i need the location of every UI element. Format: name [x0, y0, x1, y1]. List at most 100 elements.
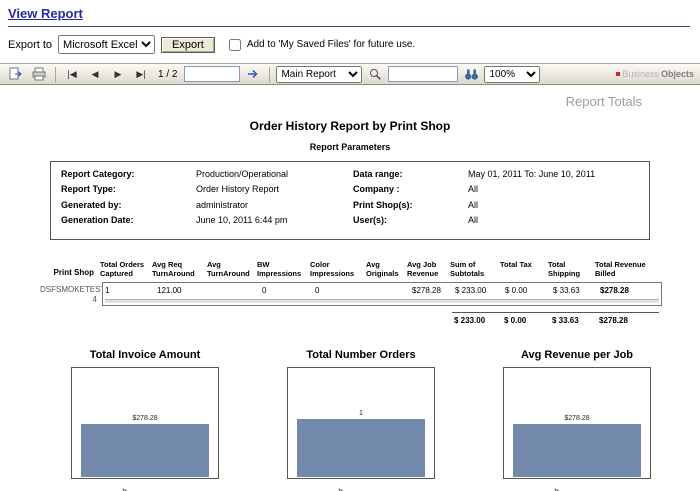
column-header: Print Shop: [53, 268, 94, 278]
report-totals-label: Report Totals: [565, 94, 642, 109]
parameters-left-column: Report Category: Production/Operational …: [61, 169, 347, 230]
page-indicator: 1 / 2: [158, 68, 178, 80]
businessobjects-logo-business: Business: [622, 69, 659, 79]
toolbar-separator: [55, 66, 56, 82]
print-icon: [32, 67, 46, 81]
chart-bar: [297, 418, 425, 477]
chart-category-label: DSFSMOKETEST 4: [306, 488, 345, 491]
column-header: Avg TurnAround: [207, 260, 250, 278]
param-print-shops: Print Shop(s): All: [353, 199, 479, 210]
column-header: Total Shipping: [548, 260, 581, 278]
businessobjects-logo: Business Objects: [616, 69, 694, 79]
total-sum-subtotals: $ 233.00: [454, 316, 486, 325]
chart-title: Total Invoice Amount: [89, 349, 201, 361]
report-title: Order History Report by Print Shop: [249, 119, 451, 133]
page-title: View Report: [8, 6, 83, 21]
toolbar-separator: [269, 66, 271, 82]
businessobjects-mark-icon: [616, 72, 621, 76]
page-number-input[interactable]: [184, 66, 241, 82]
report-section-select[interactable]: Main Report: [276, 65, 363, 83]
report-table: Print Shop Total Orders Captured Avg Req…: [40, 260, 662, 325]
param-report-category: Report Category: Production/Operational: [61, 169, 289, 179]
totals-divider: [452, 312, 659, 313]
report-parameters-heading: Report Parameters: [309, 142, 391, 152]
export-report-button[interactable]: [6, 65, 26, 83]
export-icon: [9, 67, 22, 80]
param-users: User(s): All: [353, 214, 479, 225]
cell-total-shipping: $ 33.63: [553, 286, 580, 295]
table-row: 1 121.00 0 0 $278.28 $ 233.00 $ 0.00 $ 3…: [102, 282, 662, 306]
last-page-button[interactable]: ▶|: [131, 65, 151, 83]
chart-bar-value: $278.28: [132, 415, 158, 423]
column-header: Total Tax: [500, 260, 532, 269]
param-data-range: Data range: May 01, 2011 To: June 10, 20…: [353, 169, 596, 179]
view-report-page: View Report Export to Microsoft Excel Ex…: [0, 0, 700, 491]
column-header: Color Impressions: [310, 260, 355, 278]
table-body: DSFSMOKETEST 4 1 121.00 0 0 $278.28 $ 23…: [40, 282, 662, 306]
chart-category-label: DSFSMOKETEST 4: [522, 488, 561, 491]
param-report-type: Report Type: Order History Report: [61, 184, 280, 195]
next-page-icon: ▶: [114, 68, 122, 79]
cell-avg-job-revenue: $278.28: [412, 286, 441, 295]
cell-sum-subtotals: $ 233.00: [455, 286, 487, 295]
print-shop-name: DSFSMOKETEST 4: [40, 285, 106, 304]
chart-avg-revenue-per-job: Avg Revenue per Job $278.28 DSFSMOKETEST…: [492, 349, 662, 491]
save-files-label: Add to 'My Saved Files' for future use.: [246, 39, 416, 50]
total-tax: $ 0.00: [504, 316, 527, 325]
report-viewer-toolbar: |◀ ◀ ▶ ▶| 1 / 2 Main Report 100% Busines…: [0, 63, 700, 85]
column-header: Total Orders Captured: [100, 260, 145, 278]
chart-plot-area: $278.28: [503, 367, 651, 479]
chart-bar-value: 1: [359, 409, 363, 417]
cell-total-tax: $ 0.00: [505, 286, 528, 295]
export-format-select[interactable]: Microsoft Excel: [58, 35, 156, 54]
export-bar: Export to Microsoft Excel Export Add to …: [8, 35, 700, 54]
chart-bar: [81, 424, 209, 477]
print-report-button[interactable]: [29, 65, 49, 83]
chart-total-number-orders: Total Number Orders 1 DSFSMOKETEST 4: [276, 349, 446, 491]
prev-page-button[interactable]: ◀: [85, 65, 105, 83]
find-button[interactable]: [461, 65, 481, 83]
report-parameters-box: Report Category: Production/Operational …: [50, 161, 650, 240]
column-header: Avg Job Revenue: [407, 260, 439, 278]
param-generation-date: Generation Date: June 10, 2011 6:44 pm: [61, 214, 288, 225]
cell-avg-req-turnaround: 121.00: [157, 286, 182, 295]
first-page-icon: |◀: [67, 68, 77, 79]
go-to-page-button[interactable]: [243, 65, 263, 83]
charts-section: Total Invoice Amount $278.28 DSFSMOKETES…: [60, 349, 662, 491]
export-to-label: Export to: [8, 38, 53, 51]
cell-bw-impressions: 0: [262, 286, 267, 295]
cell-total-orders: 1: [105, 286, 110, 295]
businessobjects-logo-objects: Objects: [660, 69, 694, 79]
cell-total-revenue-billed: $278.28: [600, 286, 629, 295]
column-header: Sum of Subtotals: [450, 260, 485, 278]
total-shipping: $ 33.63: [552, 316, 579, 325]
table-totals-row: $ 233.00 $ 0.00 $ 33.63 $278.28: [102, 316, 662, 325]
chart-title: Total Number Orders: [306, 349, 416, 361]
cell-avg-turnaround: [210, 286, 260, 295]
chart-plot-area: 1: [287, 367, 435, 479]
next-page-button[interactable]: ▶: [108, 65, 128, 83]
chart-plot-area: $278.28: [71, 367, 219, 479]
column-header: Avg Originals: [366, 260, 399, 278]
last-page-icon: ▶|: [136, 68, 146, 79]
cell-color-impressions: 0: [315, 286, 320, 295]
column-header: Avg Req TurnAround: [152, 260, 195, 278]
search-expert-button[interactable]: [365, 65, 385, 83]
param-company: Company : All: [353, 184, 479, 195]
save-files-checkbox[interactable]: [228, 38, 241, 51]
export-button[interactable]: Export: [161, 36, 215, 53]
chart-bar: [513, 424, 641, 477]
total-revenue-billed: $278.28: [599, 316, 628, 325]
column-header: Total Revenue Billed: [595, 260, 646, 278]
table-header-row: Print Shop Total Orders Captured Avg Req…: [40, 260, 662, 278]
title-divider: [8, 26, 690, 27]
cell-avg-originals: [369, 286, 410, 295]
zoom-select[interactable]: 100%: [484, 65, 541, 83]
prev-page-icon: ◀: [91, 68, 99, 79]
chart-bar-value: $278.28: [564, 415, 590, 423]
magnifier-icon: [370, 69, 382, 80]
binoculars-icon: [465, 69, 478, 80]
find-text-input[interactable]: [388, 66, 459, 82]
parameters-right-column: Data range: May 01, 2011 To: June 10, 20…: [353, 169, 639, 230]
first-page-button[interactable]: |◀: [62, 65, 82, 83]
